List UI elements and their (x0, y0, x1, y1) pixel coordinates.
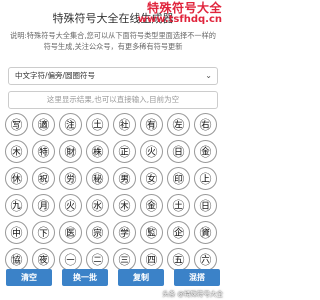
copy-button[interactable]: 复制 (118, 269, 164, 286)
symbol-cell[interactable]: ㊬ (140, 221, 163, 244)
symbol-cell[interactable]: ㊏ (86, 113, 109, 136)
symbol-type-select[interactable]: 中文字符/偏旁/圆圈符号 ⌄ (8, 67, 218, 85)
symbol-cell[interactable]: ㊨ (194, 113, 217, 136)
symbol-cell[interactable]: ㊣ (113, 140, 136, 163)
symbol-cell[interactable]: ㊛ (140, 167, 163, 190)
symbol-cell[interactable]: ㊮ (194, 221, 217, 244)
footer-watermark: 头条 @特殊符号大全 (162, 290, 223, 298)
symbol-cell[interactable]: ㊫ (113, 221, 136, 244)
watermark-url: www.tsfhdq.cn (137, 13, 222, 25)
symbol-cell[interactable]: ㊋ (140, 140, 163, 163)
symbol-cell[interactable]: ㊟ (59, 113, 82, 136)
symbol-cell[interactable]: ㊪ (86, 221, 109, 244)
result-output-field[interactable]: 这里显示结果,也可以直接输入,目前为空 (8, 91, 218, 109)
symbol-cell[interactable]: ㊙ (86, 167, 109, 190)
symbol-cell[interactable]: ㊰ (32, 248, 55, 271)
symbol-cell[interactable]: ㊐ (167, 140, 190, 163)
symbol-cell[interactable]: ㊅ (194, 248, 217, 271)
symbol-cell[interactable]: ㊁ (86, 248, 109, 271)
symbol-cell[interactable]: ㊎ (140, 194, 163, 217)
symbol-cell[interactable]: ㊍ (113, 194, 136, 217)
chevron-down-icon: ⌄ (205, 71, 212, 80)
symbol-cell[interactable]: ㊂ (113, 248, 136, 271)
symbol-cell[interactable]: ㊓ (113, 113, 136, 136)
symbol-cell[interactable]: ㊃ (140, 248, 163, 271)
symbol-cell[interactable]: ㊦ (32, 221, 55, 244)
mix-button[interactable]: 混搭 (174, 269, 220, 286)
clear-button[interactable]: 清空 (6, 269, 52, 286)
symbol-cell[interactable]: ㊏ (167, 194, 190, 217)
symbol-cell[interactable]: ㊊ (32, 194, 55, 217)
description-text: 说明:特殊符号大全集合,您可以从下面符号类型里面选择不一样的符号生成,关注公众号… (10, 31, 216, 51)
symbol-cell[interactable]: ㊥ (5, 221, 28, 244)
symbol-cell[interactable]: ㊍ (5, 140, 28, 163)
symbol-cell[interactable]: ㊄ (167, 248, 190, 271)
symbol-cell[interactable]: ㊀ (59, 248, 82, 271)
symbol-cell[interactable]: ㊕ (32, 140, 55, 163)
symbol-cell[interactable]: ㊭ (167, 221, 190, 244)
symbol-cell[interactable]: ㊯ (5, 248, 28, 271)
symbol-cell[interactable]: ㊚ (113, 167, 136, 190)
symbol-cell[interactable]: ㊌ (86, 194, 109, 217)
symbol-cell[interactable]: ㊡ (5, 167, 28, 190)
symbol-cell[interactable]: ㊩ (59, 221, 82, 244)
symbol-type-value: 中文字符/偏旁/圆圈符号 (15, 71, 96, 80)
symbol-cell[interactable]: ㊜ (32, 113, 55, 136)
symbol-cell[interactable]: ㊐ (194, 194, 217, 217)
symbol-cell[interactable]: ㊒ (140, 113, 163, 136)
symbol-cell[interactable]: ㊗ (32, 167, 55, 190)
symbol-cell[interactable]: ㊢ (5, 113, 28, 136)
site-watermark: 特殊符号大全 www.tsfhdq.cn (138, 2, 222, 25)
symbol-cell[interactable]: ㊤ (194, 167, 217, 190)
watermark-brand: 特殊符号大全 (146, 1, 222, 15)
symbol-cell[interactable]: ㊘ (59, 167, 82, 190)
symbol-cell[interactable]: ㊋ (59, 194, 82, 217)
symbol-cell[interactable]: ㊖ (59, 140, 82, 163)
action-button-row: 清空 换一批 复制 混搭 (6, 269, 220, 286)
symbol-grid: ㊢㊜㊟㊏㊓㊒㊧㊨㊍㊕㊖㊑㊣㊋㊐㊎㊡㊗㊘㊙㊚㊛㊞㊤㊈㊊㊋㊌㊍㊎㊏㊐㊥㊦㊩㊪㊫㊬㊭㊮… (5, 113, 221, 271)
symbol-cell[interactable]: ㊞ (167, 167, 190, 190)
symbol-cell[interactable]: ㊑ (86, 140, 109, 163)
symbol-cell[interactable]: ㊈ (5, 194, 28, 217)
change-batch-button[interactable]: 换一批 (62, 269, 108, 286)
symbol-cell[interactable]: ㊎ (194, 140, 217, 163)
symbol-cell[interactable]: ㊧ (167, 113, 190, 136)
